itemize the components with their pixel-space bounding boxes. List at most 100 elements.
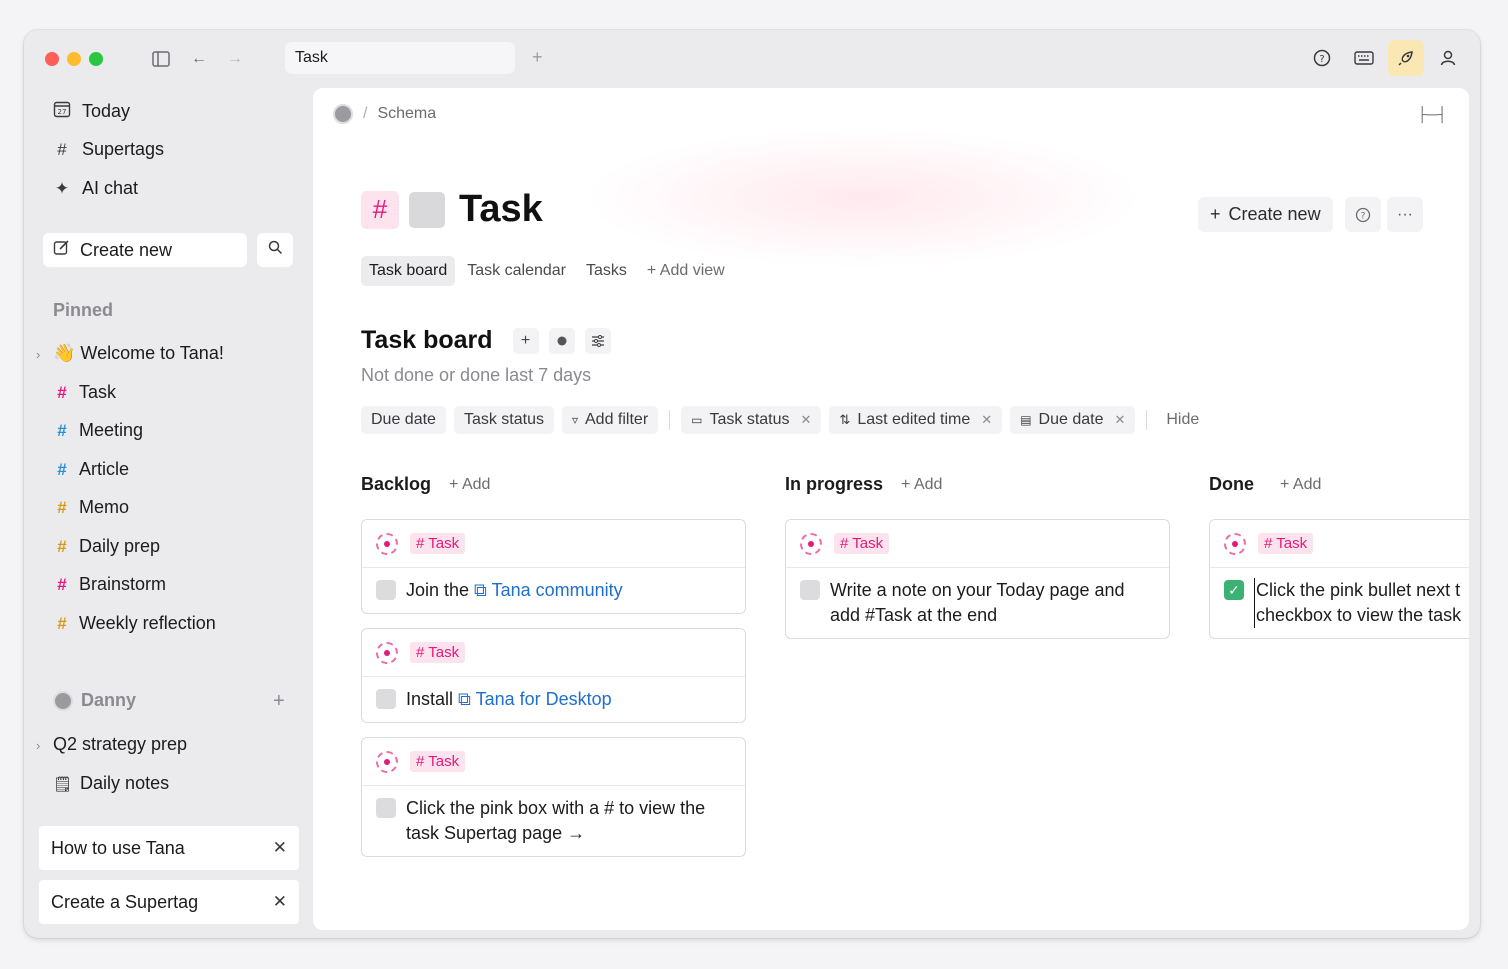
close-icon[interactable]: ✕ xyxy=(981,412,992,428)
column-add-button[interactable]: + Add xyxy=(901,476,942,494)
zoom-window-button[interactable] xyxy=(89,52,103,66)
more-options-icon[interactable]: ··· xyxy=(1387,197,1423,232)
column-add-button[interactable]: + Add xyxy=(449,476,490,494)
add-workspace-item-icon[interactable]: + xyxy=(273,690,285,713)
chevron-right-icon[interactable]: › xyxy=(36,738,40,753)
task-checkbox[interactable] xyxy=(376,689,396,709)
create-new-button[interactable]: Create new xyxy=(43,233,247,267)
task-bullet[interactable] xyxy=(376,641,398,664)
tab-task-board[interactable]: Task board xyxy=(361,256,456,286)
board-add-icon[interactable]: + xyxy=(512,327,539,354)
task-checkbox[interactable] xyxy=(800,580,820,600)
minimize-window-button[interactable] xyxy=(67,52,81,66)
close-icon[interactable]: ✕ xyxy=(273,838,287,858)
task-bullet[interactable] xyxy=(1224,532,1246,555)
task-text[interactable]: Join the ⧉ Tana community xyxy=(406,578,623,603)
quick-card-create-supertag[interactable]: Create a Supertag ✕ xyxy=(39,880,299,924)
task-tag[interactable]: # Task xyxy=(410,751,466,772)
collapse-panel-icon[interactable]: ├─┤ xyxy=(1417,106,1447,122)
help-icon[interactable]: ? xyxy=(1345,197,1381,232)
task-card[interactable]: # Task Join the ⧉ Tana community xyxy=(361,519,746,614)
pinned-item-memo[interactable]: # Memo xyxy=(53,497,129,518)
board-settings-icon[interactable] xyxy=(584,327,611,354)
display-due-date[interactable]: ▤ Due date ✕ xyxy=(1010,406,1136,434)
task-tag[interactable]: # Task xyxy=(410,642,466,663)
sort-last-edited[interactable]: ⇅ Last edited time ✕ xyxy=(829,406,1003,434)
keyboard-icon[interactable] xyxy=(1346,40,1382,76)
task-tag[interactable]: # Task xyxy=(1258,533,1314,554)
task-checkbox[interactable] xyxy=(376,798,396,818)
hide-button[interactable]: Hide xyxy=(1158,411,1207,429)
svg-text:27: 27 xyxy=(58,108,67,116)
pinned-item-brainstorm[interactable]: # Brainstorm xyxy=(53,574,166,595)
add-filter-button[interactable]: ▿ Add filter xyxy=(561,406,659,434)
sidebar-toggle-icon[interactable] xyxy=(150,49,172,69)
close-icon[interactable]: ✕ xyxy=(1114,412,1125,428)
sidebar-item-today[interactable]: 27 Today xyxy=(52,100,130,123)
help-icon[interactable]: ? xyxy=(1304,40,1340,76)
task-bullet[interactable] xyxy=(376,532,398,555)
task-card[interactable]: # Task Click the pink box with a # to vi… xyxy=(361,737,746,857)
page-icon-placeholder[interactable] xyxy=(409,191,445,228)
quick-card-how-to-use[interactable]: How to use Tana ✕ xyxy=(39,826,299,870)
sidebar-item-ai-chat[interactable]: ✦ AI chat xyxy=(52,178,138,199)
hash-icon: # xyxy=(57,497,67,517)
pinned-item-article[interactable]: # Article xyxy=(53,459,129,480)
pinned-item-daily-prep[interactable]: # Daily prep xyxy=(53,536,160,557)
column-add-button[interactable]: + Add xyxy=(1280,476,1321,494)
filter-label: Due date xyxy=(371,411,436,428)
tab-task-calendar[interactable]: Task calendar xyxy=(459,256,574,286)
task-tag[interactable]: # Task xyxy=(410,533,466,554)
add-view-button[interactable]: + Add view xyxy=(647,262,725,280)
task-tag[interactable]: # Task xyxy=(834,533,890,554)
sidebar-item-supertags[interactable]: # Supertags xyxy=(52,139,164,160)
filter-task-status[interactable]: Task status xyxy=(453,406,554,434)
task-bullet[interactable] xyxy=(800,532,822,555)
page-title[interactable]: Task xyxy=(459,188,543,231)
search-button[interactable] xyxy=(257,233,293,267)
task-card[interactable]: # Task Write a note on your Today page a… xyxy=(785,519,1170,639)
task-checkbox-checked[interactable]: ✓ xyxy=(1224,580,1244,600)
task-card[interactable]: # Task Install ⧉ Tana for Desktop xyxy=(361,628,746,723)
quick-card-label: Create a Supertag xyxy=(51,891,199,912)
pinned-item-meeting[interactable]: # Meeting xyxy=(53,420,143,441)
task-checkbox[interactable] xyxy=(376,580,396,600)
pinned-item-welcome[interactable]: 👋 Welcome to Tana! xyxy=(53,343,224,364)
task-bullet[interactable] xyxy=(376,750,398,773)
task-card[interactable]: # Task ✓ Click the pink bullet next t ch… xyxy=(1209,519,1469,639)
rocket-icon[interactable] xyxy=(1388,40,1424,76)
workspace-item-q2[interactable]: Q2 strategy prep xyxy=(53,734,187,755)
new-tab-button[interactable]: + xyxy=(532,47,543,68)
forward-arrow-icon[interactable]: → xyxy=(224,49,246,69)
task-text-line: add #Task at the end xyxy=(830,605,998,625)
board-record-icon[interactable] xyxy=(548,327,575,354)
create-new-task-button[interactable]: + Create new xyxy=(1198,197,1333,232)
task-text[interactable]: Click the pink bullet next t checkbox to… xyxy=(1254,578,1461,628)
tab-task[interactable]: Task xyxy=(285,42,515,74)
workspace-heading[interactable]: Danny xyxy=(53,690,136,711)
avatar[interactable] xyxy=(333,104,353,124)
user-icon[interactable] xyxy=(1430,40,1466,76)
task-text-line: Click the pink bullet next t xyxy=(1256,580,1461,600)
workspace-item-daily-notes[interactable]: 🗒 Daily notes xyxy=(53,773,169,794)
breadcrumb-schema[interactable]: Schema xyxy=(377,105,436,123)
pinned-item-weekly-reflection[interactable]: # Weekly reflection xyxy=(53,613,215,634)
task-link[interactable]: Tana for Desktop xyxy=(476,689,612,709)
task-link[interactable]: Tana community xyxy=(492,580,623,600)
close-window-button[interactable] xyxy=(45,52,59,66)
close-icon[interactable]: ✕ xyxy=(273,892,287,912)
pinned-item-task[interactable]: # Task xyxy=(53,382,116,403)
filter-due-date[interactable]: Due date xyxy=(361,406,446,434)
group-task-status[interactable]: ▭ Task status ✕ xyxy=(681,406,822,434)
task-text[interactable]: Click the pink box with a # to view the … xyxy=(406,796,705,846)
sidebar-item-label: Today xyxy=(82,101,131,121)
chevron-right-icon[interactable]: › xyxy=(36,347,40,362)
tab-tasks[interactable]: Tasks xyxy=(578,256,635,286)
supertag-hash-icon[interactable]: # xyxy=(361,190,399,229)
close-icon[interactable]: ✕ xyxy=(801,412,812,428)
back-arrow-icon[interactable]: ← xyxy=(188,49,210,69)
task-text[interactable]: Write a note on your Today page and add … xyxy=(830,578,1125,628)
filter-label: Task status xyxy=(463,411,544,428)
pinned-item-label: Meeting xyxy=(79,420,144,440)
task-text[interactable]: Install ⧉ Tana for Desktop xyxy=(406,687,612,712)
